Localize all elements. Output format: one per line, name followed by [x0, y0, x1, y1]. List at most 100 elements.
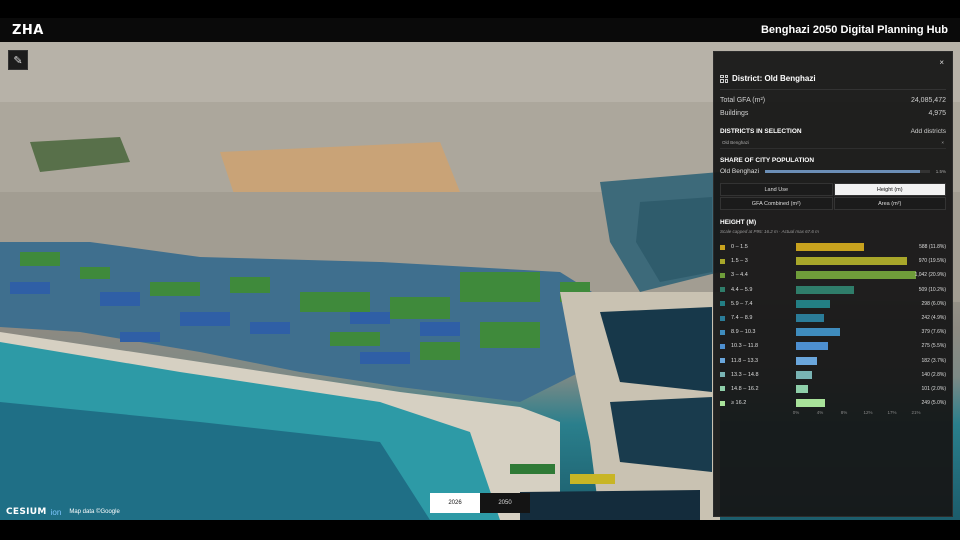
- height-bin-row[interactable]: ≥ 16.2 249 (5.0%): [720, 396, 946, 410]
- draw-tool-button[interactable]: ✎: [8, 50, 28, 70]
- districts-section-header: DISTRICTS IN SELECTION Add districts: [720, 128, 946, 135]
- legend-swatch: [720, 315, 725, 321]
- add-districts-button[interactable]: Add districts: [911, 128, 946, 135]
- height-bin-value: 182 (3.7%): [921, 357, 946, 364]
- district-chip[interactable]: Old Benghazi ×: [720, 139, 946, 149]
- x-tick-label: 12%: [863, 410, 873, 416]
- height-bin-row[interactable]: 11.8 – 13.3 182 (3.7%): [720, 354, 946, 368]
- height-bin-value: 242 (4.9%): [921, 315, 946, 322]
- height-bar: [796, 299, 831, 308]
- year-2050-button[interactable]: 2050: [480, 493, 530, 513]
- bar-track: [796, 271, 916, 280]
- height-bin-row[interactable]: 0 – 1.5 588 (11.8%): [720, 240, 946, 254]
- height-bin-row[interactable]: 3 – 4.4 1,042 (20.9%): [720, 268, 946, 282]
- height-bin-label: 8.9 – 10.3: [731, 329, 756, 336]
- year-toggle: 2026 2050: [430, 493, 530, 513]
- population-section-header: SHARE OF CITY POPULATION: [720, 157, 946, 164]
- legend-swatch: [720, 272, 725, 278]
- metric-tabs: Land Use Height (m) GFA Combined (m²) Ar…: [720, 183, 946, 210]
- height-bin-value: 140 (2.8%): [921, 371, 946, 378]
- cesium-attribution: CESIUM ion Map data ©Google: [6, 507, 120, 517]
- height-bin-label: 3 – 4.4: [731, 272, 748, 279]
- app-title: Benghazi 2050 Digital Planning Hub: [760, 24, 948, 36]
- legend-swatch: [720, 258, 725, 264]
- height-bin-value: 298 (6.0%): [921, 300, 946, 307]
- x-tick-label: 8%: [840, 410, 848, 416]
- districts-section-title: DISTRICTS IN SELECTION: [720, 128, 802, 135]
- grid-icon: [720, 74, 728, 83]
- height-bin-row[interactable]: 7.4 – 8.9 242 (4.9%): [720, 311, 946, 325]
- height-bin-label: 0 – 1.5: [731, 244, 748, 251]
- height-bar: [796, 356, 817, 365]
- height-bar: [796, 285, 855, 294]
- stat-row: Total GFA (m²) 24,085,472: [720, 94, 946, 107]
- population-value: 1.5%: [935, 169, 946, 174]
- height-bar: [796, 399, 825, 408]
- x-tick-label: 4%: [816, 410, 824, 416]
- bar-track: [796, 384, 916, 393]
- height-bin-row[interactable]: 13.3 – 14.8 140 (2.8%): [720, 368, 946, 382]
- district-panel: × District: Old Benghazi Total GFA (m²) …: [713, 51, 953, 517]
- height-bin-row[interactable]: 4.4 – 5.9 509 (10.2%): [720, 283, 946, 297]
- height-bin-label: 4.4 – 5.9: [731, 286, 753, 293]
- height-bin-label: 7.4 – 8.9: [731, 315, 753, 322]
- height-bin-value: 588 (11.8%): [919, 244, 946, 251]
- legend-swatch: [720, 343, 725, 349]
- legend-swatch: [720, 386, 725, 392]
- bar-track: [796, 243, 916, 251]
- height-bin-value: 970 (19.5%): [918, 258, 946, 265]
- population-district: Old Benghazi: [720, 168, 760, 175]
- height-bin-row[interactable]: 5.9 – 7.4 298 (6.0%): [720, 297, 946, 311]
- tab-gfa-combined[interactable]: GFA Combined (m²): [720, 197, 833, 210]
- legend-swatch: [720, 400, 725, 406]
- height-bin-row[interactable]: 8.9 – 10.3 379 (7.6%): [720, 325, 946, 339]
- height-bin-value: 379 (7.6%): [921, 329, 946, 336]
- stat-row: Buildings 4,975: [720, 107, 946, 120]
- height-bar: [796, 342, 828, 351]
- cesium-logo[interactable]: CESIUM: [6, 507, 47, 517]
- bar-track: [796, 370, 916, 379]
- population-bar-fill: [765, 170, 920, 173]
- close-icon[interactable]: ×: [939, 58, 944, 67]
- height-bin-label: 5.9 – 7.4: [731, 300, 753, 307]
- height-bin-label: 13.3 – 14.8: [731, 371, 759, 378]
- tab-height[interactable]: Height (m): [833, 183, 946, 196]
- tab-land-use[interactable]: Land Use: [720, 183, 833, 196]
- legend-swatch: [720, 301, 725, 307]
- bar-track: [796, 399, 916, 408]
- height-bin-row[interactable]: 14.8 – 16.2 101 (2.0%): [720, 382, 946, 396]
- year-2026-button[interactable]: 2026: [430, 493, 480, 513]
- height-chart: 0 – 1.5 588 (11.8%) 1.5 – 3 970 (19.5%) 3 – …: [720, 240, 946, 410]
- height-bin-value: 275 (5.5%): [921, 343, 946, 350]
- x-tick-label: 0%: [792, 410, 800, 416]
- draw-icon: ✎: [13, 54, 23, 67]
- height-chart-x-axis: 0% 4% 8% 12% 17% 21%: [792, 410, 921, 418]
- height-bin-row[interactable]: 10.3 – 11.8 275 (5.5%): [720, 339, 946, 353]
- stat-value: 24,085,472: [910, 97, 946, 104]
- stat-value: 4,975: [928, 110, 946, 117]
- height-bin-label: 11.8 – 13.3: [731, 357, 759, 364]
- cesium-ion-text: ion: [50, 507, 62, 517]
- population-row: Old Benghazi 1.5%: [720, 168, 946, 175]
- height-bin-label: 1.5 – 3: [731, 258, 748, 265]
- height-bar: [796, 328, 840, 337]
- height-chart-title: HEIGHT (M): [720, 219, 757, 226]
- district-title: District: Old Benghazi: [732, 74, 816, 83]
- legend-swatch: [720, 287, 725, 293]
- population-bar: [765, 170, 930, 173]
- height-bar: [796, 313, 824, 322]
- stat-label: Total GFA (m²): [720, 97, 766, 104]
- height-bin-value: 101 (2.0%): [921, 385, 946, 392]
- height-bin-value: 249 (5.0%): [921, 400, 946, 407]
- tab-area[interactable]: Area (m²): [833, 197, 946, 210]
- remove-district-icon[interactable]: ×: [941, 140, 944, 147]
- height-bin-value: 509 (10.2%): [918, 286, 946, 293]
- brand-logo: ZHA: [12, 22, 44, 38]
- height-bin-row[interactable]: 1.5 – 3 970 (19.5%): [720, 254, 946, 268]
- x-tick-label: 17%: [887, 410, 897, 416]
- stat-label: Buildings: [720, 110, 749, 117]
- map-attribution: Map data ©Google: [69, 509, 120, 515]
- height-bar: [796, 370, 813, 379]
- bar-track: [796, 328, 916, 337]
- bar-track: [796, 356, 916, 365]
